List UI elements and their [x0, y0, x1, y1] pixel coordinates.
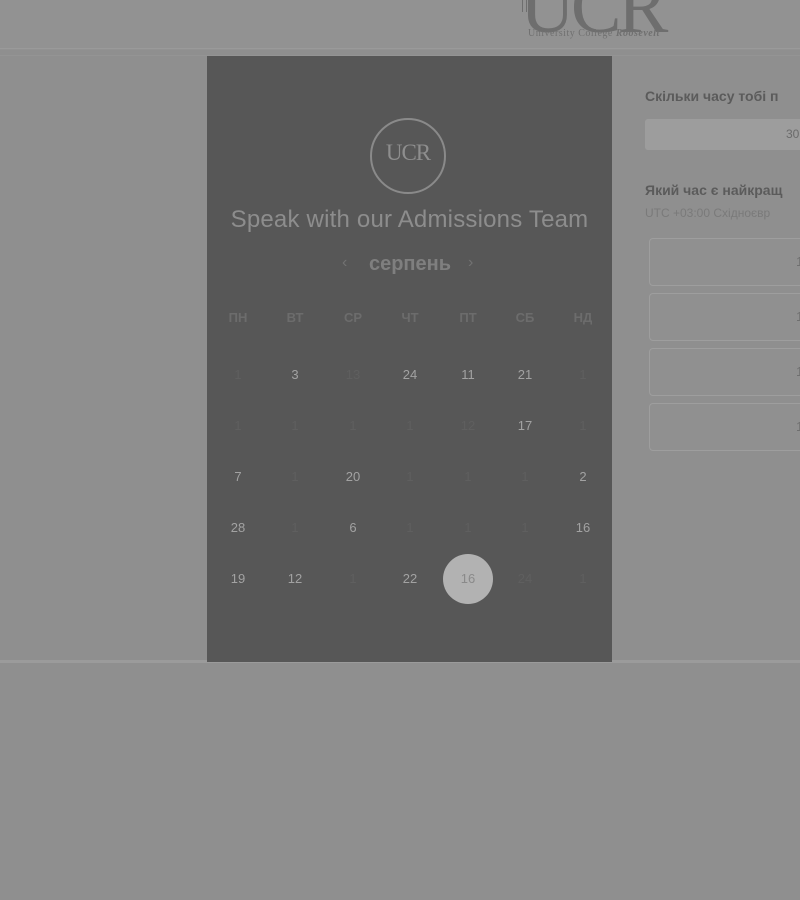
calendar-day: 1	[291, 469, 299, 484]
time-question: Який час є найкращ	[645, 182, 783, 198]
modal-title: Speak with our Admissions Team	[230, 206, 589, 233]
calendar-day[interactable]: 19	[213, 554, 263, 604]
calendar-day[interactable]: 28	[213, 503, 263, 553]
calendar-day[interactable]: 3	[270, 350, 320, 400]
weekday-header: НД	[573, 310, 593, 325]
calendar-day: 24	[517, 571, 533, 586]
calendar-day: 1	[521, 520, 529, 535]
calendar-day: 1	[464, 469, 472, 484]
header-divider	[0, 48, 800, 49]
time-slot[interactable]: 1	[649, 293, 800, 341]
calendar-day: 1	[291, 418, 299, 433]
time-slot-label: 1	[796, 309, 800, 324]
calendar-day: 1	[464, 520, 472, 535]
logo-subtitle-script: Roosevelt	[615, 28, 660, 39]
calendar-day: 1	[234, 367, 242, 382]
time-slot[interactable]: 1	[649, 348, 800, 396]
calendar-day: 1	[234, 418, 242, 433]
calendar-day[interactable]: 16	[558, 503, 608, 553]
weekday-header: ПН	[228, 310, 248, 325]
calendar-day[interactable]: 7	[213, 452, 263, 502]
time-slot[interactable]: 1	[649, 238, 800, 286]
time-slot-label: 1	[796, 364, 800, 379]
duration-question: Скільки часу тобі п	[645, 88, 779, 104]
weekday-header: СР	[343, 310, 363, 325]
calendar-day[interactable]: 20	[328, 452, 378, 502]
calendar-modal: UCR Speak with our Admissions Team ‹ сер…	[207, 56, 612, 662]
duration-option[interactable]: 30	[645, 119, 800, 150]
calendar-day[interactable]: 6	[328, 503, 378, 553]
modal-logo-text: UCR	[385, 140, 431, 165]
timezone-label[interactable]: UTC +03:00 Східноєвр	[645, 206, 770, 220]
ucr-logo[interactable]: UCR University College Roosevelt	[520, 0, 720, 45]
month-label: серпень	[368, 253, 452, 275]
calendar-day: 1	[291, 520, 299, 535]
calendar-day: 1	[349, 571, 357, 586]
calendar-day: 1	[579, 571, 587, 586]
calendar-day[interactable]: 22	[385, 554, 435, 604]
calendar-day[interactable]: 21	[500, 350, 550, 400]
calendar-day: 1	[579, 418, 587, 433]
calendar-day: 1	[579, 367, 587, 382]
calendar-day: 1	[349, 418, 357, 433]
calendar-day-selected[interactable]: 16	[443, 554, 493, 604]
weekday-header: ВТ	[286, 310, 304, 325]
calendar-day: 1	[406, 418, 414, 433]
weekday-header: СБ	[515, 310, 535, 325]
modal-logo: UCR	[370, 118, 446, 194]
weekday-header: ЧТ	[401, 310, 419, 325]
time-slot-label: 1	[796, 419, 800, 434]
calendar-day: 1	[406, 520, 414, 535]
next-month-button[interactable]: ›	[468, 254, 473, 272]
calendar-day: 1	[406, 469, 414, 484]
logo-subtitle-text: University College	[528, 28, 613, 39]
time-slot-label: 1	[796, 254, 800, 269]
calendar-day[interactable]: 12	[270, 554, 320, 604]
calendar-day: 1	[521, 469, 529, 484]
prev-month-button[interactable]: ‹	[342, 254, 347, 272]
calendar-day: 13	[345, 367, 361, 382]
calendar-day[interactable]: 17	[500, 401, 550, 451]
time-slot[interactable]: 1	[649, 403, 800, 451]
calendar-day[interactable]: 24	[385, 350, 435, 400]
logo-subtitle: University College Roosevelt	[528, 28, 660, 39]
calendar-day[interactable]: 2	[558, 452, 608, 502]
calendar-day[interactable]: 11	[443, 350, 493, 400]
weekday-header: ПТ	[459, 310, 477, 325]
calendar-day: 12	[460, 418, 476, 433]
duration-value: 30	[786, 127, 800, 141]
